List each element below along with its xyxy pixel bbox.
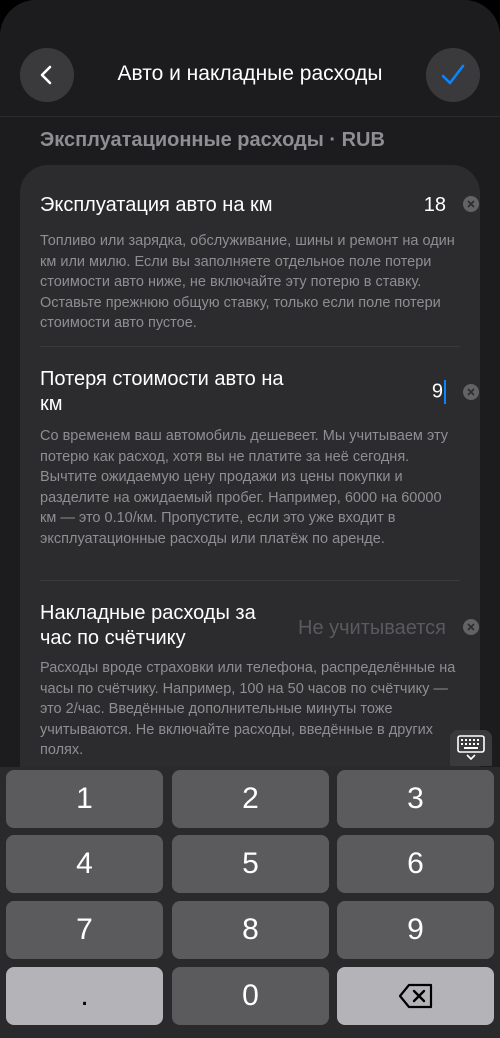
divider [40, 580, 460, 581]
page-title: Авто и накладные расходы [117, 62, 383, 85]
clear-icon[interactable] [463, 196, 479, 212]
key-7[interactable]: 7 [6, 901, 163, 959]
key-3[interactable]: 3 [337, 770, 494, 828]
settings-sheet: Авто и накладные расходы Эксплуатационны… [0, 0, 500, 1038]
numeric-keypad: 1 2 3 4 5 6 7 8 9 . 0 [0, 767, 500, 1038]
key-5[interactable]: 5 [172, 835, 329, 893]
key-8[interactable]: 8 [172, 901, 329, 959]
field-label: Накладные расходы за час по счётчику [40, 602, 256, 649]
backspace-icon [398, 983, 432, 1009]
keyboard-dismiss-button[interactable] [450, 730, 492, 766]
header: Авто и накладные расходы [0, 0, 500, 116]
keyboard-dismiss-icon [457, 735, 485, 761]
fields-card: Эксплуатация авто на км 18 Топливо или з… [20, 165, 480, 805]
key-2[interactable]: 2 [172, 770, 329, 828]
key-4[interactable]: 4 [6, 835, 163, 893]
field-label: Потеря стоимости авто на км [40, 368, 284, 415]
key-decimal[interactable]: . [6, 967, 163, 1025]
clear-icon[interactable] [463, 384, 479, 400]
key-9[interactable]: 9 [337, 901, 494, 959]
depreciation-input[interactable]: 9 [350, 380, 446, 404]
field-description: Со временем ваш автомобиль дешевеет. Мы … [40, 428, 449, 547]
key-0[interactable]: 0 [172, 967, 329, 1025]
text-caret [444, 380, 446, 404]
header-divider [0, 116, 500, 117]
checkmark-icon [441, 64, 465, 85]
clear-icon[interactable] [463, 619, 479, 635]
confirm-button[interactable] [426, 48, 480, 102]
field-description: Топливо или зарядка, обслуживание, шины … [40, 233, 455, 331]
back-button[interactable] [20, 48, 74, 102]
key-6[interactable]: 6 [337, 835, 494, 893]
field-description: Расходы вроде страховки или телефона, ра… [40, 660, 456, 758]
field-depreciation: Потеря стоимости авто на км [40, 367, 300, 417]
field-overhead: Накладные расходы за час по счётчику [40, 601, 280, 651]
divider [40, 346, 460, 347]
operating-cost-input[interactable]: 18 [350, 194, 446, 217]
section-title: Эксплуатационные расходы · RUB [40, 129, 385, 151]
backspace-button[interactable] [337, 967, 494, 1025]
key-1[interactable]: 1 [6, 770, 163, 828]
chevron-left-icon [40, 65, 52, 85]
overhead-input[interactable]: Не учитывается [270, 617, 446, 640]
